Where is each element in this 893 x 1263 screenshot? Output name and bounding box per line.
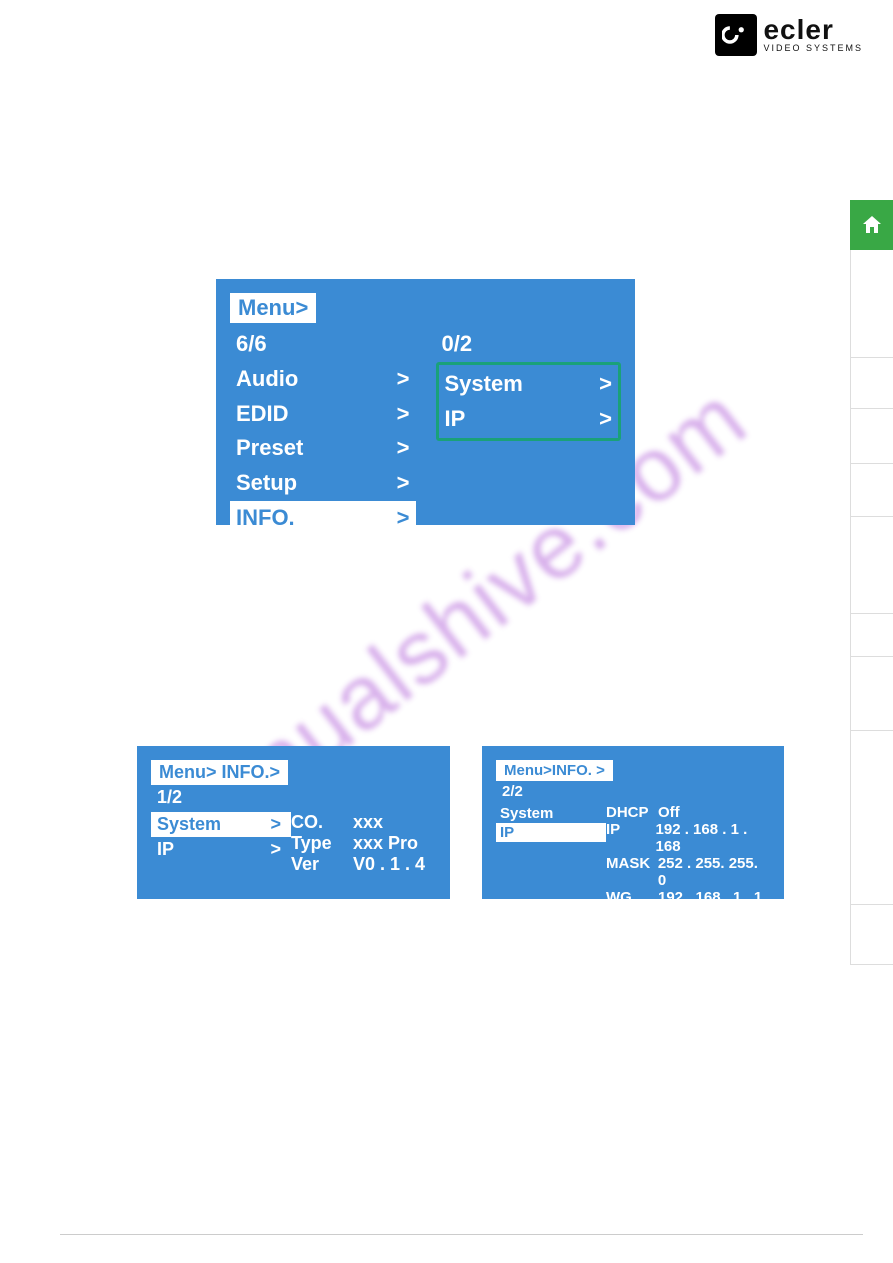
side-tab[interactable]: [850, 358, 893, 409]
menu-item-audio[interactable]: Audio>: [230, 362, 416, 397]
chevron-right-icon: >: [599, 404, 612, 435]
side-tab[interactable]: [850, 517, 893, 614]
info-row-ver: VerV0 . 1 . 4: [291, 854, 436, 875]
menu-right-column: 0/2 System> IP>: [436, 327, 622, 536]
chevron-right-icon: >: [397, 433, 410, 464]
menu-item-system[interactable]: System: [496, 804, 606, 823]
menu-item-system[interactable]: System>: [151, 812, 291, 837]
info-row-mac: MAC0008-DC40-7454: [606, 906, 770, 940]
chevron-right-icon: >: [599, 369, 612, 400]
footer-rule: [60, 1234, 863, 1235]
menu-screenshot-system: Menu> INFO.> 1/2 System> IP> CO.xxx Type…: [137, 746, 450, 899]
info-row-dhcp: DHCPOff: [606, 804, 770, 821]
side-tab[interactable]: [850, 250, 893, 358]
home-icon: [860, 213, 884, 237]
menu-item-ip[interactable]: IP: [496, 823, 606, 842]
brand-subtitle: VIDEO SYSTEMS: [763, 43, 863, 53]
menu-counter: 2/2: [496, 781, 770, 802]
page: ecler VIDEO SYSTEMS manualshive.com Menu…: [0, 0, 893, 1263]
info-row-co: CO.xxx: [291, 812, 436, 833]
info-row-wg: WG192 . 168 . 1 . 1: [606, 889, 770, 906]
menu-item-setup[interactable]: Setup>: [230, 466, 416, 501]
menu-item-edid[interactable]: EDID>: [230, 397, 416, 432]
info-row-ip: IP192 . 168 . 1 . 168: [606, 821, 770, 855]
info-row-mask: MASK252 . 255. 255. 0: [606, 855, 770, 889]
side-tab[interactable]: [850, 657, 893, 731]
chevron-right-icon: >: [270, 814, 281, 835]
side-tab[interactable]: [850, 614, 893, 657]
side-tab[interactable]: [850, 409, 893, 464]
menu-item-system[interactable]: System>: [439, 367, 619, 402]
menu-screenshot-top: Menu> 6/6 Audio> EDID> Preset> Setup> IN…: [216, 279, 635, 525]
chevron-right-icon: >: [397, 399, 410, 430]
chevron-right-icon: >: [397, 364, 410, 395]
chevron-right-icon: >: [397, 468, 410, 499]
info-row-type: Typexxx Pro: [291, 833, 436, 854]
home-tab[interactable]: [850, 200, 893, 250]
menu-item-ip[interactable]: IP>: [439, 402, 619, 437]
menu-left-column: 6/6 Audio> EDID> Preset> Setup> INFO.>: [230, 327, 416, 536]
menu-counter: 0/2: [436, 327, 622, 362]
side-tab[interactable]: [850, 731, 893, 905]
highlight-box: System> IP>: [436, 362, 622, 442]
menu-item-ip[interactable]: IP>: [151, 837, 291, 862]
breadcrumb: Menu>INFO. >: [496, 760, 613, 781]
menu-screenshot-ip: Menu>INFO. > 2/2 System IP DHCPOff IP192…: [482, 746, 784, 899]
brand-name: ecler: [763, 17, 863, 42]
logo-mark-icon: [715, 14, 757, 56]
chevron-right-icon: >: [270, 839, 281, 860]
breadcrumb: Menu>: [230, 293, 316, 323]
menu-item-info[interactable]: INFO.>: [230, 501, 416, 536]
chevron-right-icon: >: [397, 503, 410, 534]
page-side-tabs: [850, 200, 893, 965]
logo-text: ecler VIDEO SYSTEMS: [763, 17, 863, 52]
brand-logo: ecler VIDEO SYSTEMS: [715, 14, 863, 56]
menu-item-preset[interactable]: Preset>: [230, 431, 416, 466]
menu-counter: 1/2: [151, 785, 436, 810]
menu-counter: 6/6: [230, 327, 416, 362]
side-tab[interactable]: [850, 464, 893, 517]
breadcrumb: Menu> INFO.>: [151, 760, 288, 785]
side-tab[interactable]: [850, 905, 893, 965]
